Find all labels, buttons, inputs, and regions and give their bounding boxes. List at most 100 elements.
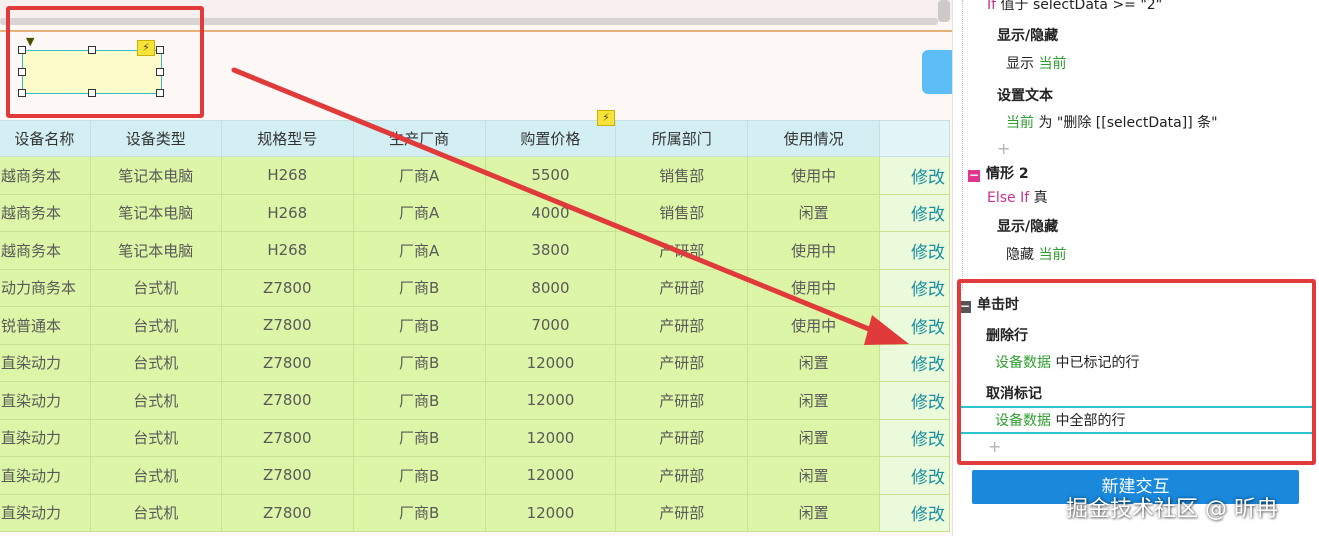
edit-link[interactable]: 修改: [879, 193, 950, 232]
add-action-plus-1[interactable]: +: [997, 140, 1010, 158]
edit-link[interactable]: 修改: [879, 418, 950, 457]
table-cell: 越商务本: [0, 231, 91, 270]
hide-action-text: 隐藏: [1006, 247, 1034, 263]
edit-link[interactable]: 修改: [879, 156, 950, 195]
table-row[interactable]: 越商务本 笔记本电脑 H268 厂商A 5500 销售部 使用中 修改: [0, 156, 950, 195]
canvas-blue-button[interactable]: [922, 50, 952, 94]
table-cell: 12000: [484, 493, 617, 532]
edit-link[interactable]: 修改: [879, 306, 950, 345]
condition-if-line[interactable]: If 值于 selectData >= "2": [987, 0, 1162, 14]
col-header[interactable]: 所属部门: [615, 120, 749, 157]
table-row[interactable]: 越商务本 笔记本电脑 H268 厂商A 3800 产研部 使用中 修改: [0, 231, 950, 270]
table-row[interactable]: 越商务本 笔记本电脑 H268 厂商A 4000 销售部 闲置 修改: [0, 193, 950, 232]
table-cell: 闲置: [747, 493, 881, 532]
col-header[interactable]: 生产厂商: [352, 120, 486, 157]
table-cell: 台式机: [89, 343, 222, 382]
table-cell: 笔记本电脑: [89, 156, 222, 195]
edit-link[interactable]: 修改: [879, 493, 950, 532]
col-header[interactable]: 使用情况: [747, 120, 881, 157]
header-bolt-icon[interactable]: ⚡: [597, 110, 615, 126]
col-header[interactable]: 规格型号: [220, 120, 354, 157]
table-cell: 直染动力: [0, 343, 91, 382]
col-header[interactable]: 设备类型: [89, 120, 222, 157]
condition-else-if-line[interactable]: Else If 真: [987, 189, 1048, 207]
table-row[interactable]: 直染动力 台式机 Z7800 厂商B 12000 产研部 闲置 修改: [0, 456, 950, 495]
edit-link[interactable]: 修改: [879, 231, 950, 270]
table-cell: 产研部: [615, 493, 749, 532]
collapse-icon[interactable]: −: [968, 169, 980, 182]
table-cell: 产研部: [615, 418, 749, 457]
table-cell: 产研部: [615, 231, 749, 270]
vertical-scrollbar[interactable]: [938, 0, 950, 22]
action-show-hide-1[interactable]: 显示/隐藏: [997, 27, 1058, 45]
action-target-set-text[interactable]: 当前 为 "删除 [[selectData]] 条": [1006, 114, 1218, 132]
table-cell: 闲置: [747, 418, 881, 457]
action-set-text[interactable]: 设置文本: [997, 87, 1053, 105]
table-cell: 厂商B: [352, 306, 486, 345]
show-action-text: 显示: [1006, 56, 1034, 72]
table-cell: 闲置: [747, 343, 881, 382]
table-cell: 闲置: [747, 456, 881, 495]
action-target-show[interactable]: 显示 当前: [1006, 55, 1066, 73]
if-keyword: If: [987, 0, 997, 13]
table-cell: 厂商B: [352, 418, 486, 457]
table-cell: 12000: [484, 456, 617, 495]
table-cell: 直染动力: [0, 381, 91, 420]
table-cell: 台式机: [89, 456, 222, 495]
table-cell: 闲置: [747, 381, 881, 420]
current-target: 当前: [1038, 56, 1067, 72]
table-cell: 笔记本电脑: [89, 193, 222, 232]
edit-link[interactable]: 修改: [879, 343, 950, 382]
table-cell: 台式机: [89, 381, 222, 420]
table-cell: Z7800: [220, 306, 354, 345]
table-cell: 12000: [484, 418, 617, 457]
table-cell: 笔记本电脑: [89, 231, 222, 270]
watermark-text: 掘金技术社区 @ 昕冉: [1066, 497, 1278, 522]
table-cell: 厂商B: [352, 456, 486, 495]
table-cell: 厂商A: [352, 156, 486, 195]
table-cell: 产研部: [615, 381, 749, 420]
col-header[interactable]: 设备名称: [0, 120, 91, 157]
table-row[interactable]: 直染动力 台式机 Z7800 厂商B 12000 产研部 闲置 修改: [0, 493, 950, 532]
device-table: 设备名称 设备类型 规格型号 生产厂商 购置价格 所属部门 使用情况 越商务本笔…: [0, 120, 950, 532]
table-cell: 台式机: [89, 306, 222, 345]
table-cell: 厂商A: [352, 193, 486, 232]
table-cell: 厂商B: [352, 268, 486, 307]
design-canvas[interactable]: ▼ ⚡ 设备名称 设备类型 规格型号 生产厂商 购置价格 所属部门 使用情况 越…: [0, 0, 952, 536]
table-cell: 销售部: [615, 156, 749, 195]
table-cell: 使用中: [747, 306, 881, 345]
case-2-header[interactable]: − 情形 2: [968, 165, 1029, 183]
action-show-hide-2[interactable]: 显示/隐藏: [997, 218, 1058, 236]
table-cell: H268: [220, 156, 354, 195]
table-cell: 直染动力: [0, 493, 91, 532]
table-row[interactable]: 动力商务本 台式机 Z7800 厂商B 8000 产研部 使用中 修改: [0, 268, 950, 307]
table-cell: 5500: [484, 156, 617, 195]
edit-link[interactable]: 修改: [879, 456, 950, 495]
table-cell: 直染动力: [0, 418, 91, 457]
edit-link[interactable]: 修改: [879, 268, 950, 307]
table-cell: 产研部: [615, 343, 749, 382]
current-target: 当前: [1006, 115, 1034, 131]
table-cell: 使用中: [747, 231, 881, 270]
table-cell: Z7800: [220, 381, 354, 420]
table-cell: 台式机: [89, 493, 222, 532]
interaction-panel: If 值于 selectData >= "2" 显示/隐藏 显示 当前 设置文本…: [952, 0, 1319, 536]
table-cell: 产研部: [615, 268, 749, 307]
table-cell: 锐普通本: [0, 306, 91, 345]
table-row[interactable]: 直染动力 台式机 Z7800 厂商B 12000 产研部 闲置 修改: [0, 343, 950, 382]
table-cell: H268: [220, 193, 354, 232]
table-row[interactable]: 直染动力 台式机 Z7800 厂商B 12000 产研部 闲置 修改: [0, 381, 950, 420]
edit-link[interactable]: 修改: [879, 381, 950, 420]
highlight-frame-onclick: [957, 279, 1316, 465]
table-cell: 使用中: [747, 268, 881, 307]
table-cell: 厂商B: [352, 343, 486, 382]
table-cell: 厂商B: [352, 381, 486, 420]
table-cell: 7000: [484, 306, 617, 345]
table-row[interactable]: 锐普通本 台式机 Z7800 厂商B 7000 产研部 使用中 修改: [0, 306, 950, 345]
table-cell: 厂商B: [352, 493, 486, 532]
table-cell: Z7800: [220, 493, 354, 532]
action-target-hide[interactable]: 隐藏 当前: [1006, 246, 1066, 264]
table-cell: 4000: [484, 193, 617, 232]
table-row[interactable]: 直染动力 台式机 Z7800 厂商B 12000 产研部 闲置 修改: [0, 418, 950, 457]
tree-guide-line: [962, 0, 963, 290]
